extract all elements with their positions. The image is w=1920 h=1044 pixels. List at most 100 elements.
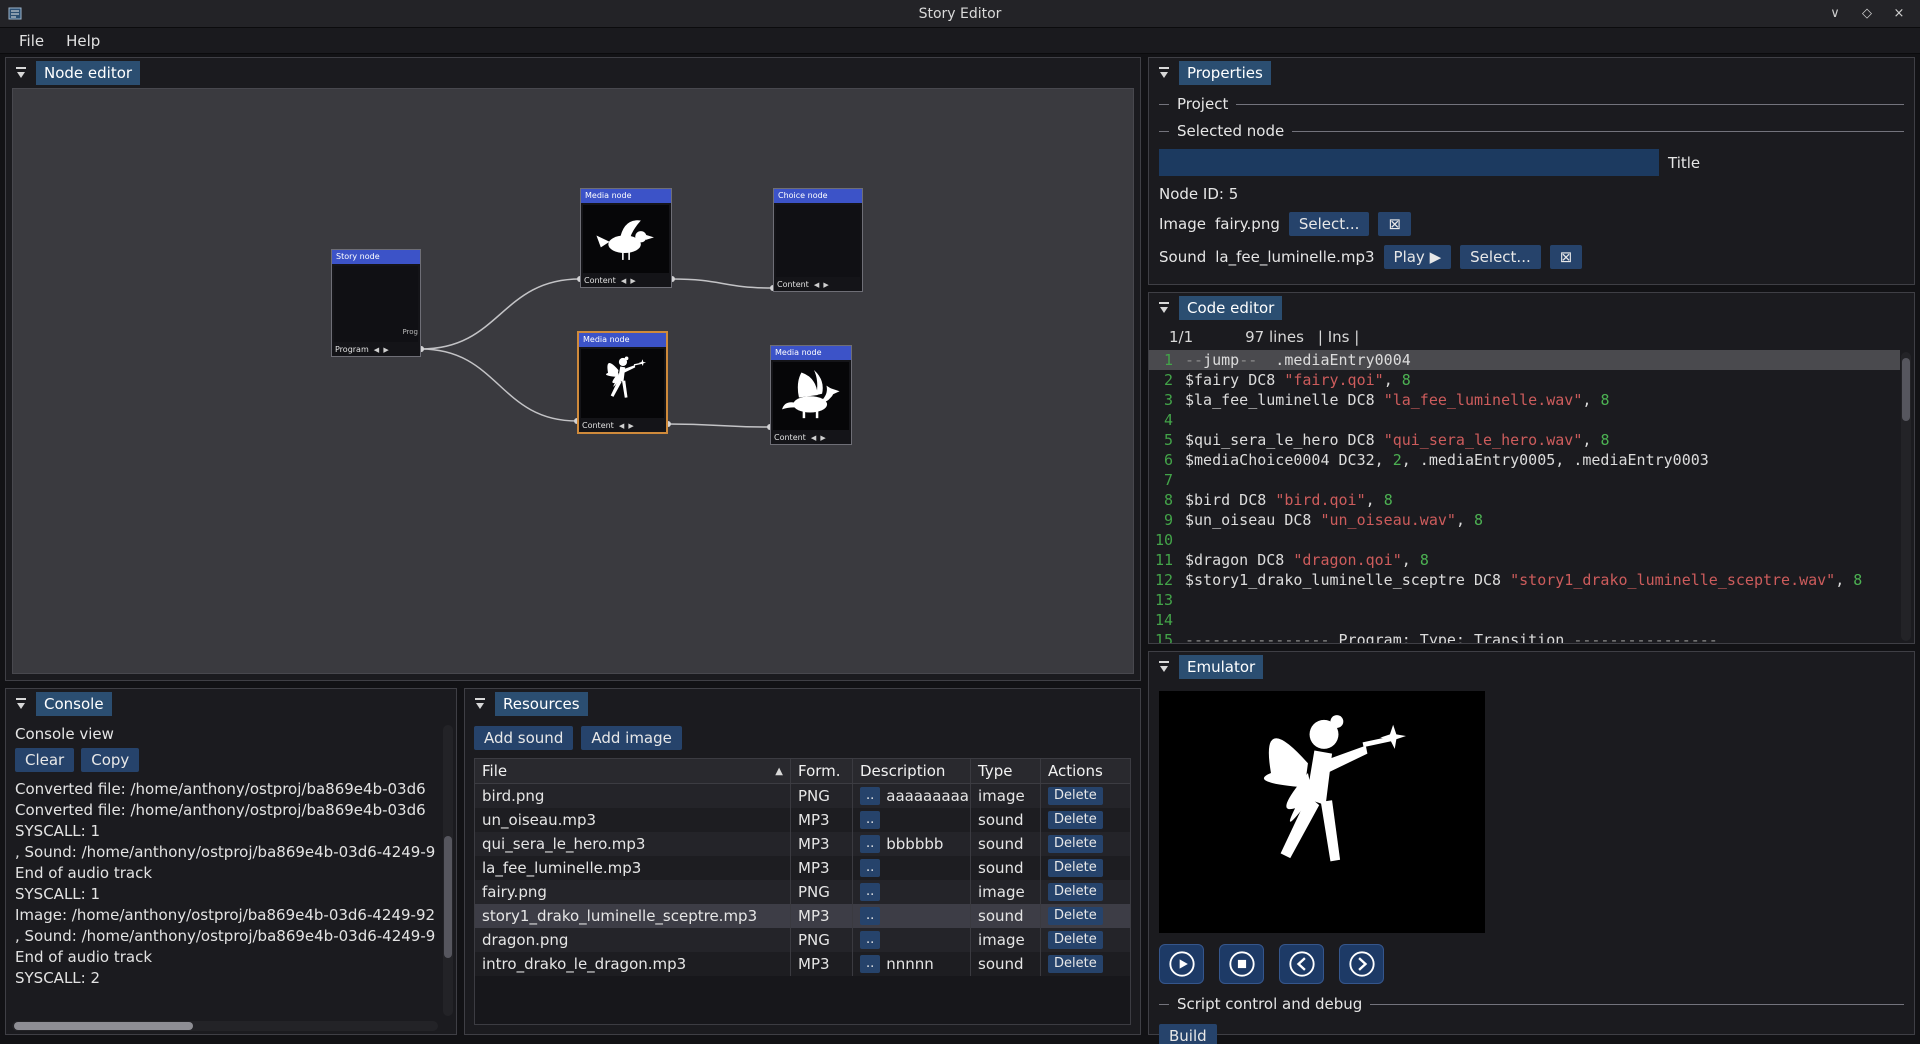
title-bar[interactable]: Story Editor ∨ ◇ × xyxy=(0,0,1920,28)
panel-title-emulator[interactable]: Emulator xyxy=(1179,655,1263,679)
delete-button[interactable]: Delete xyxy=(1048,787,1103,805)
cell-description: .. xyxy=(853,808,971,832)
graph-node-choice[interactable]: Choice nodeContent◀ ▶ xyxy=(773,188,863,292)
pager-arrows-icon[interactable]: ◀ ▶ xyxy=(619,422,635,430)
add-sound-button[interactable]: Add sound xyxy=(474,726,573,750)
table-row[interactable]: intro_drako_le_dragon.mp3MP3..nnnnnsound… xyxy=(475,952,1130,976)
collapse-icon[interactable] xyxy=(1155,65,1172,82)
panel-title-code-editor[interactable]: Code editor xyxy=(1179,296,1282,320)
panel-title-properties[interactable]: Properties xyxy=(1179,61,1271,85)
edit-description-button[interactable]: .. xyxy=(860,955,880,973)
code-line[interactable]: 12$story1_drako_luminelle_sceptre DC8 "s… xyxy=(1149,570,1900,590)
sound-select-button[interactable]: Select... xyxy=(1460,245,1541,269)
column-header-actions[interactable]: Actions xyxy=(1041,759,1130,783)
node-body xyxy=(776,205,860,277)
code-line[interactable]: 5$qui_sera_le_hero DC8 "qui_sera_le_hero… xyxy=(1149,430,1900,450)
cell-actions: Delete xyxy=(1041,808,1130,832)
pager-arrows-icon[interactable]: ◀ ▶ xyxy=(814,281,830,289)
sound-clear-button[interactable]: ⊠ xyxy=(1550,245,1583,269)
play-button[interactable] xyxy=(1159,944,1204,984)
image-select-button[interactable]: Select... xyxy=(1289,212,1370,236)
console-vertical-scrollbar[interactable] xyxy=(443,725,453,1016)
edit-description-button[interactable]: .. xyxy=(860,931,880,949)
column-header-type[interactable]: Type xyxy=(971,759,1041,783)
node-canvas[interactable]: Story nodeProgram◀ ▶Prog Media nodeConten… xyxy=(12,88,1134,674)
panel-title-resources[interactable]: Resources xyxy=(495,692,588,716)
panel-title-console[interactable]: Console xyxy=(36,692,112,716)
graph-node-fairy[interactable]: Media nodeContent◀ ▶ xyxy=(577,331,668,434)
code-line[interactable]: 11$dragon DC8 "dragon.qoi", 8 xyxy=(1149,550,1900,570)
graph-node-bird[interactable]: Media nodeContent◀ ▶ xyxy=(580,188,672,288)
maximize-button[interactable]: ◇ xyxy=(1858,6,1876,21)
collapse-icon[interactable] xyxy=(12,696,29,713)
pager-arrows-icon[interactable]: ◀ ▶ xyxy=(621,277,637,285)
edit-description-button[interactable]: .. xyxy=(860,811,880,829)
code-line[interactable]: 3$la_fee_luminelle DC8 "la_fee_luminelle… xyxy=(1149,390,1900,410)
delete-button[interactable]: Delete xyxy=(1048,883,1103,901)
code-line[interactable]: 2$fairy DC8 "fairy.qoi", 8 xyxy=(1149,370,1900,390)
menu-file[interactable]: File xyxy=(8,30,55,52)
code-line[interactable]: 15---------------- Program: Type: Transi… xyxy=(1149,630,1900,643)
delete-button[interactable]: Delete xyxy=(1048,811,1103,829)
code-line[interactable]: 10 xyxy=(1149,530,1900,550)
code-line[interactable]: 8$bird DC8 "bird.qoi", 8 xyxy=(1149,490,1900,510)
edit-description-button[interactable]: .. xyxy=(860,787,880,805)
table-row[interactable]: story1_drako_luminelle_sceptre.mp3MP3..s… xyxy=(475,904,1130,928)
table-row[interactable]: fairy.pngPNG..imageDelete xyxy=(475,880,1130,904)
graph-node-dragon[interactable]: Media nodeContent◀ ▶ xyxy=(770,345,852,445)
code-text: --jump-- .mediaEntry0004 xyxy=(1185,350,1411,370)
build-button[interactable]: Build xyxy=(1159,1024,1217,1044)
step-forward-button[interactable] xyxy=(1339,944,1384,984)
table-row[interactable]: bird.pngPNG..aaaaaaaaaimageDelete xyxy=(475,784,1130,808)
column-header-file[interactable]: File ▲ xyxy=(475,759,791,783)
add-image-button[interactable]: Add image xyxy=(581,726,682,750)
code-line[interactable]: 9$un_oiseau DC8 "un_oiseau.wav", 8 xyxy=(1149,510,1900,530)
collapse-icon[interactable] xyxy=(1155,300,1172,317)
edit-description-button[interactable]: .. xyxy=(860,859,880,877)
delete-button[interactable]: Delete xyxy=(1048,931,1103,949)
delete-button[interactable]: Delete xyxy=(1048,955,1103,973)
copy-button[interactable]: Copy xyxy=(81,748,139,772)
menu-help[interactable]: Help xyxy=(55,30,111,52)
collapse-icon[interactable] xyxy=(12,65,29,82)
line-number: 8 xyxy=(1149,490,1185,510)
play-sound-button[interactable]: Play ▶ xyxy=(1384,245,1452,269)
title-input[interactable] xyxy=(1159,149,1659,176)
code-scrollbar[interactable] xyxy=(1901,352,1911,641)
node-title: Choice node xyxy=(774,189,862,203)
panel-title-node-editor[interactable]: Node editor xyxy=(36,61,140,85)
step-back-button[interactable] xyxy=(1279,944,1324,984)
delete-button[interactable]: Delete xyxy=(1048,859,1103,877)
column-header-format[interactable]: Form. xyxy=(791,759,853,783)
image-clear-button[interactable]: ⊠ xyxy=(1378,212,1411,236)
edit-description-button[interactable]: .. xyxy=(860,835,880,853)
edit-description-button[interactable]: .. xyxy=(860,883,880,901)
code-line[interactable]: 13 xyxy=(1149,590,1900,610)
pager-arrows-icon[interactable]: ◀ ▶ xyxy=(811,434,827,442)
table-row[interactable]: qui_sera_le_hero.mp3MP3..bbbbbbsoundDele… xyxy=(475,832,1130,856)
graph-node-story[interactable]: Story nodeProgram◀ ▶Prog xyxy=(331,249,421,357)
code-line[interactable]: 6$mediaChoice0004 DC32, 2, .mediaEntry00… xyxy=(1149,450,1900,470)
collapse-icon[interactable] xyxy=(1155,659,1172,676)
table-row[interactable]: la_fee_luminelle.mp3MP3..soundDelete xyxy=(475,856,1130,880)
code-area[interactable]: 1--jump-- .mediaEntry00042$fairy DC8 "fa… xyxy=(1149,350,1914,643)
console-horizontal-scrollbar[interactable] xyxy=(12,1021,438,1031)
delete-button[interactable]: Delete xyxy=(1048,907,1103,925)
shade-button[interactable]: ∨ xyxy=(1826,6,1844,21)
description-text: bbbbbb xyxy=(886,835,943,853)
edit-description-button[interactable]: .. xyxy=(860,907,880,925)
stop-button[interactable] xyxy=(1219,944,1264,984)
table-row[interactable]: dragon.pngPNG..imageDelete xyxy=(475,928,1130,952)
column-header-description[interactable]: Description xyxy=(853,759,971,783)
pager-arrows-icon[interactable]: ◀ ▶ xyxy=(374,346,390,354)
delete-button[interactable]: Delete xyxy=(1048,835,1103,853)
code-line[interactable]: 14 xyxy=(1149,610,1900,630)
code-line[interactable]: 4 xyxy=(1149,410,1900,430)
code-line[interactable]: 1--jump-- .mediaEntry0004 xyxy=(1149,350,1900,370)
code-line[interactable]: 7 xyxy=(1149,470,1900,490)
sound-label: Sound xyxy=(1159,248,1206,266)
table-row[interactable]: un_oiseau.mp3MP3..soundDelete xyxy=(475,808,1130,832)
collapse-icon[interactable] xyxy=(471,696,488,713)
clear-button[interactable]: Clear xyxy=(15,748,74,772)
close-button[interactable]: × xyxy=(1890,6,1908,21)
